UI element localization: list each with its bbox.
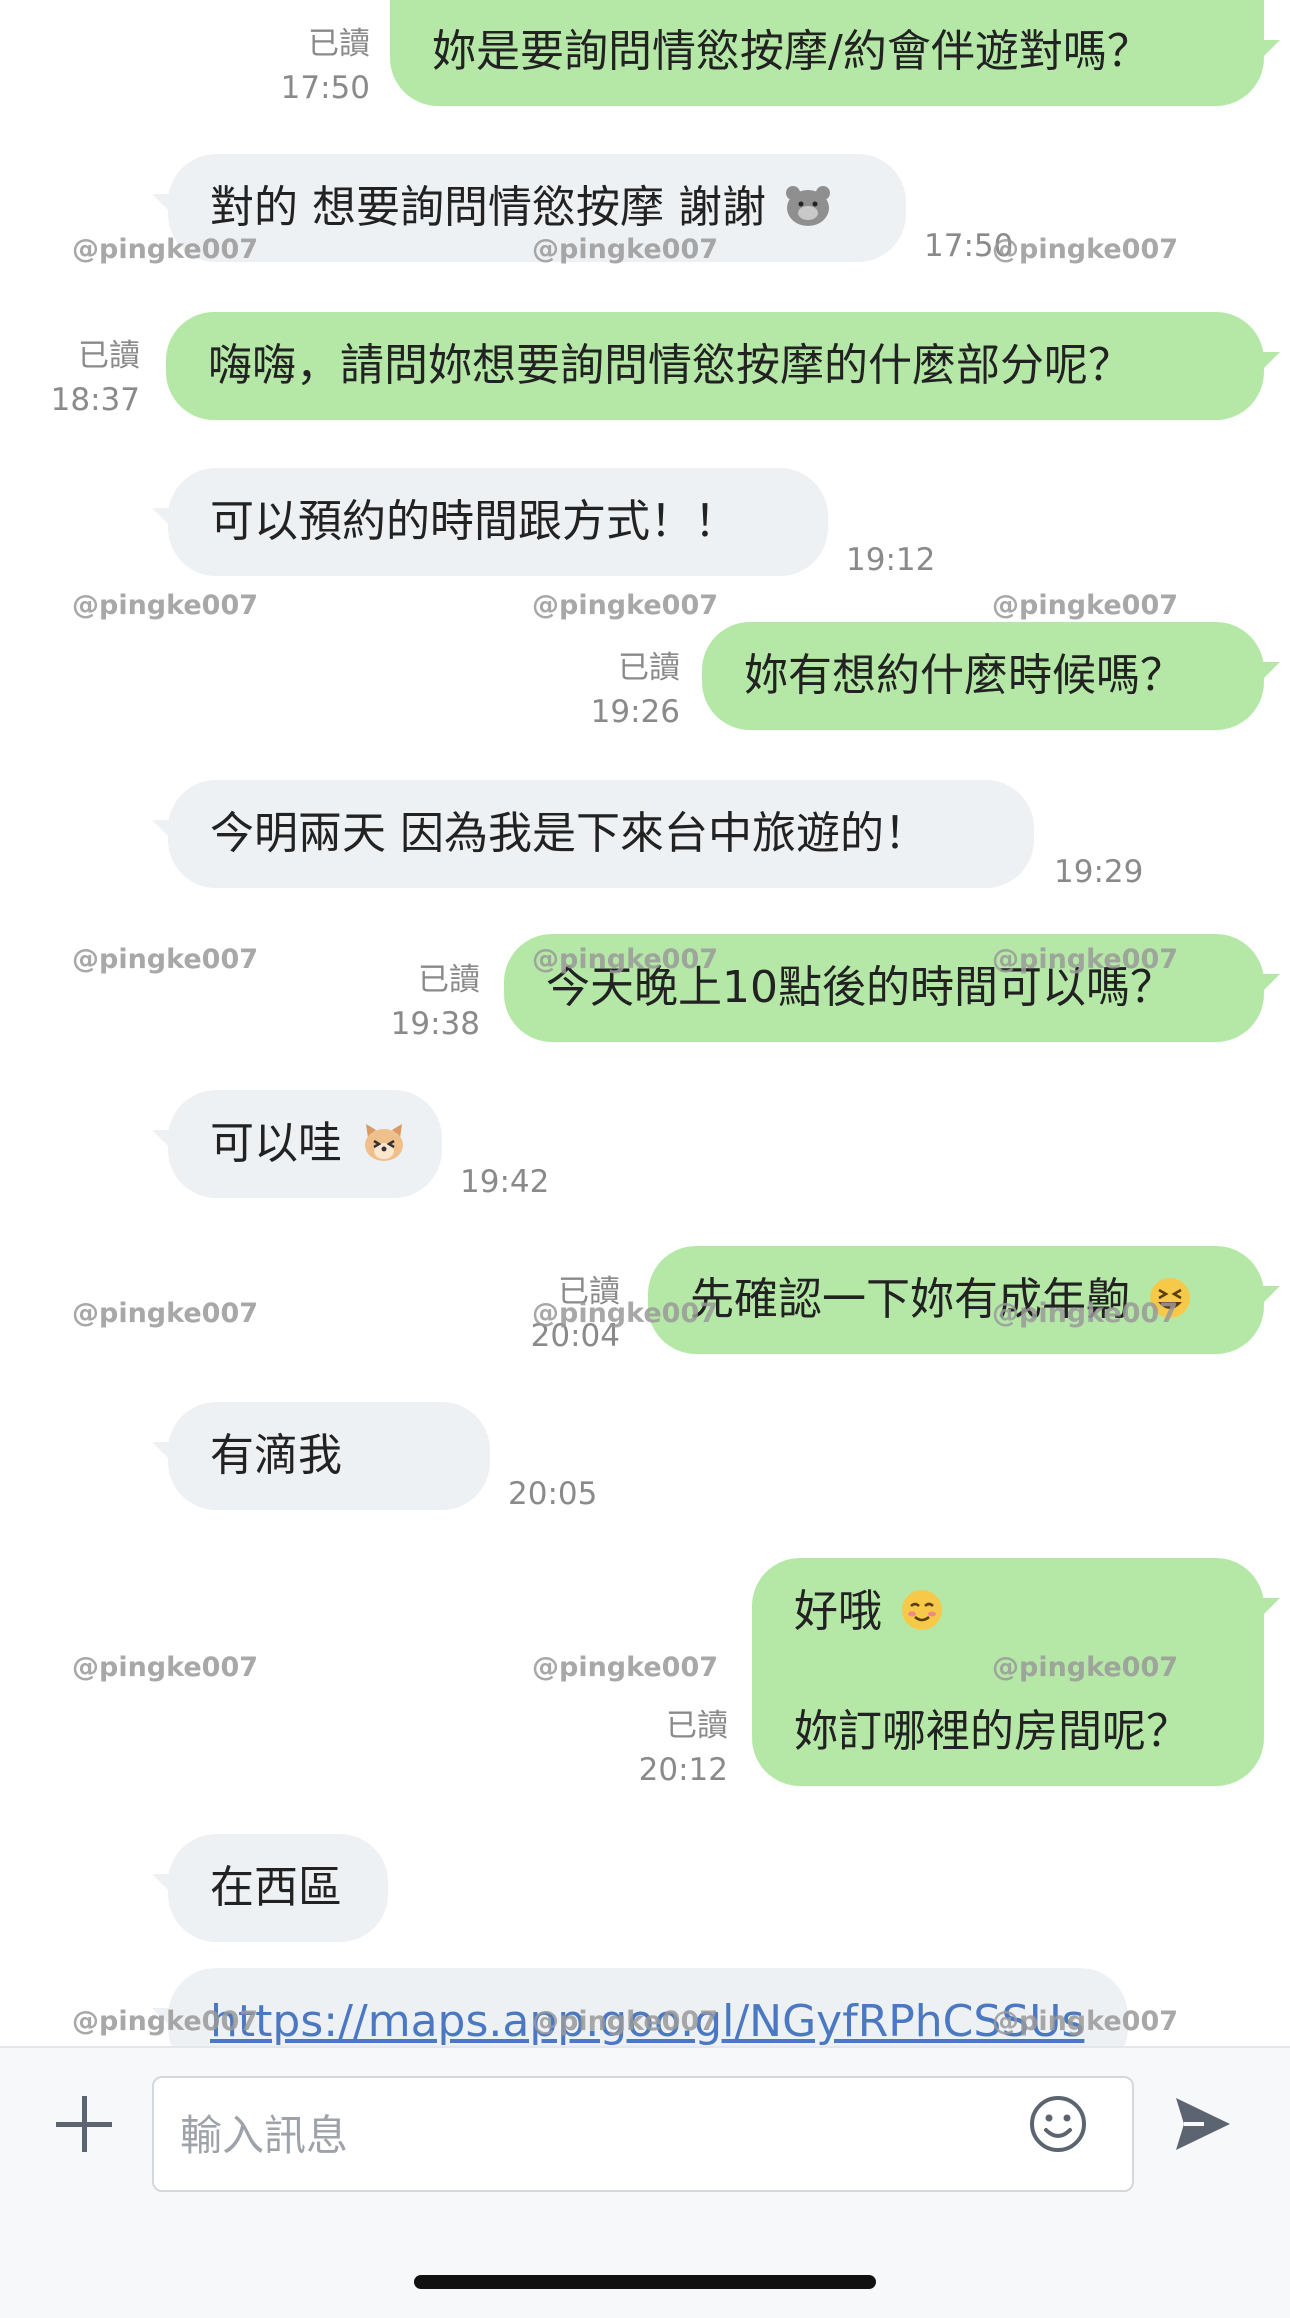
message-bubble-outgoing[interactable]: 嗨嗨，請問妳想要詢問情慾按摩的什麼部分呢？ — [166, 312, 1280, 420]
watermark: @pingke007 — [992, 590, 1179, 621]
message-bubble-incoming[interactable]: https://maps.app.goo.gl/NGyfRPhCSSUs — [152, 1968, 1128, 2046]
message-meta: 已讀 19:26 — [590, 650, 680, 730]
message-time: 19:12 — [846, 542, 936, 578]
message-meta: 已讀 17:50 — [280, 26, 370, 106]
message-bubble-incoming[interactable]: 今明兩天 因為我是下來台中旅遊的！ — [152, 780, 1034, 888]
bear-sticker-icon — [785, 186, 830, 226]
message-bubble-outgoing[interactable]: 今天晚上10點後的時間可以嗎？ — [504, 934, 1280, 1042]
dog-face-icon — [365, 1124, 403, 1161]
message-bubble-outgoing[interactable]: 妳有想約什麼時候嗎？ — [702, 622, 1280, 730]
message-bubble-outgoing[interactable]: 好哦 妳訂哪裡的房間呢？ — [752, 1558, 1280, 1786]
message-meta: 已讀 19:38 — [390, 962, 480, 1042]
message-time: 17:50 — [924, 228, 1014, 264]
watermark: @pingke007 — [72, 944, 259, 975]
message-input-placeholder: 輸入訊息 — [180, 2111, 349, 2160]
home-indicator[interactable] — [414, 2275, 876, 2289]
message-bubble-outgoing[interactable]: 妳是要詢問情慾按摩/約會伴遊對嗎？ — [390, 0, 1280, 106]
map-link[interactable]: https://maps.app.goo.gl/NGyfRPhCSSUs — [210, 1996, 1084, 2046]
message-time: 20:05 — [508, 1476, 598, 1512]
watermark: @pingke007 — [72, 1298, 259, 1329]
message-bubble-incoming[interactable]: 可以哇 — [152, 1090, 442, 1198]
chat-area[interactable]: 已讀 17:50 妳是要詢問情慾按摩/約會伴遊對嗎？ 對的 想要詢問情慾按摩 謝謝… — [0, 0, 1290, 2046]
watermark: @pingke007 — [72, 590, 259, 621]
watermark: @pingke007 — [992, 234, 1179, 265]
plus-icon[interactable] — [56, 2096, 112, 2152]
send-arrow-icon[interactable] — [1170, 2092, 1234, 2156]
message-meta: 已讀 18:37 — [50, 338, 140, 418]
message-input[interactable]: 輸入訊息 — [152, 2076, 1134, 2192]
watermark: @pingke007 — [532, 1652, 719, 1683]
message-meta: 已讀 20:12 — [638, 1708, 728, 1788]
watermark: @pingke007 — [532, 590, 719, 621]
message-bubble-incoming[interactable]: 對的 想要詢問情慾按摩 謝謝 — [152, 154, 906, 262]
message-bubble-outgoing[interactable]: 先確認一下妳有成年齁 — [648, 1246, 1280, 1354]
message-line: 好哦 — [794, 1582, 1222, 1642]
grinning-squint-icon — [1150, 1278, 1190, 1318]
message-meta: 已讀 20:04 — [530, 1274, 620, 1354]
watermark: @pingke007 — [72, 1652, 259, 1683]
message-bubble-incoming[interactable]: 在西區 — [152, 1834, 388, 1942]
message-bubble-incoming[interactable]: 有滴我 — [152, 1402, 490, 1510]
message-time: 19:42 — [460, 1164, 550, 1200]
message-line: 妳訂哪裡的房間呢？ — [794, 1706, 1190, 1757]
smiling-blush-icon — [902, 1590, 942, 1630]
message-bubble-incoming[interactable]: 可以預約的時間跟方式！！ — [152, 468, 828, 576]
message-time: 19:29 — [1054, 854, 1144, 890]
smiley-icon[interactable] — [1028, 2094, 1088, 2154]
